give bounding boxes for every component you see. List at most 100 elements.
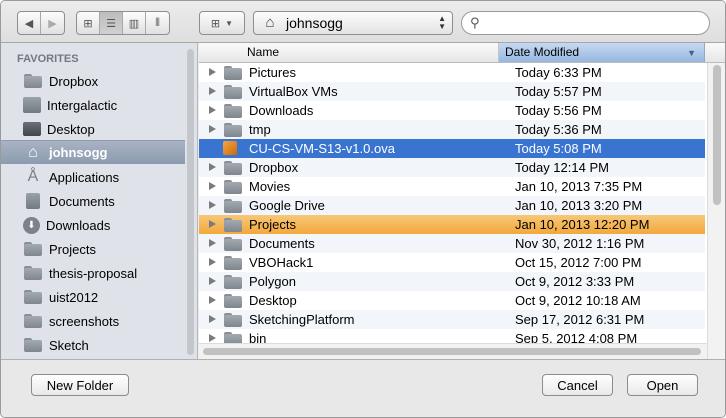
sidebar-item-dropbox[interactable]: Dropbox	[1, 69, 185, 93]
file-name: Movies	[249, 179, 291, 194]
sidebar-item-documents[interactable]: Documents	[1, 189, 185, 213]
view-mode-buttons: ⊞ ☰ ▥ ⦀	[76, 11, 170, 35]
disclosure-triangle-icon[interactable]	[209, 163, 216, 171]
sidebar-item-intergalactic[interactable]: Intergalactic	[1, 93, 185, 117]
pictures-folder-icon	[223, 65, 243, 81]
arrange-grid-icon: ⊞	[210, 17, 221, 30]
table-row-selected[interactable]: CU-CS-VM-S13-v1.0.ova Today 5:08 PM	[199, 139, 705, 158]
sidebar-item-uist2012[interactable]: uist2012	[1, 285, 185, 309]
table-row[interactable]: Google Drive Jan 10, 2013 3:20 PM	[199, 196, 705, 215]
column-header-date[interactable]: Date Modified ▼	[499, 43, 705, 62]
disclosure-triangle-icon[interactable]	[209, 315, 216, 323]
open-file-dialog: ◀ ▶ ⊞ ☰ ▥ ⦀ ⊞ ▼ ⌂ johnsogg ▲ ▼ ⚲ FAVORITE…	[0, 0, 726, 418]
table-row[interactable]: Movies Jan 10, 2013 7:35 PM	[199, 177, 705, 196]
sidebar-item-label: thesis-proposal	[49, 265, 138, 281]
search-input[interactable]	[485, 15, 686, 31]
icon-view-button[interactable]: ⊞	[77, 12, 100, 34]
vertical-scrollbar[interactable]	[707, 63, 725, 359]
sidebar-item-projects[interactable]: Projects	[1, 237, 185, 261]
file-rows: Pictures Today 6:33 PM VirtualBox VMs To…	[199, 63, 705, 348]
location-popup[interactable]: ⌂ johnsogg ▲ ▼	[253, 11, 453, 35]
google-drive-folder-icon	[223, 198, 243, 214]
movies-folder-icon	[223, 179, 243, 195]
dropdown-arrow-icon: ▼	[225, 18, 234, 28]
horizontal-scrollbar[interactable]	[199, 343, 707, 359]
chevron-right-icon: ▶	[48, 17, 57, 30]
folder-icon	[223, 274, 243, 290]
file-name: CU-CS-VM-S13-v1.0.ova	[249, 141, 395, 156]
documents-folder-icon	[223, 236, 243, 252]
folder-icon	[223, 103, 243, 119]
file-date: Today 6:33 PM	[515, 65, 602, 80]
folder-icon	[23, 73, 43, 89]
file-date: Jan 10, 2013 3:20 PM	[515, 198, 643, 213]
arrange-popup[interactable]: ⊞ ▼	[199, 11, 245, 35]
table-row[interactable]: tmp Today 5:36 PM	[199, 120, 705, 139]
back-button[interactable]: ◀	[18, 12, 41, 34]
list-view-button[interactable]: ☰	[100, 12, 123, 34]
disclosure-triangle-icon[interactable]	[209, 106, 216, 114]
folder-icon	[223, 122, 243, 138]
table-row[interactable]: Dropbox Today 12:14 PM	[199, 158, 705, 177]
cancel-button[interactable]: Cancel	[542, 374, 613, 396]
table-row[interactable]: Pictures Today 6:33 PM	[199, 63, 705, 82]
sidebar-item-screenshots[interactable]: screenshots	[1, 309, 185, 333]
sidebar-item-johnsogg[interactable]: ⌂ johnsogg	[1, 140, 185, 164]
file-date: Oct 9, 2012 3:33 PM	[515, 274, 635, 289]
disclosure-triangle-icon[interactable]	[209, 277, 216, 285]
disclosure-triangle-icon[interactable]	[209, 182, 216, 190]
table-row[interactable]: VirtualBox VMs Today 5:57 PM	[199, 82, 705, 101]
folder-icon	[223, 160, 243, 176]
coverflow-view-button[interactable]: ⦀	[146, 12, 169, 34]
toolbar: ◀ ▶ ⊞ ☰ ▥ ⦀ ⊞ ▼ ⌂ johnsogg ▲ ▼ ⚲	[1, 1, 725, 43]
column-view-button[interactable]: ▥	[123, 12, 146, 34]
disclosure-triangle-icon[interactable]	[209, 87, 216, 95]
folder-icon	[223, 217, 243, 233]
disclosure-triangle-icon[interactable]	[209, 258, 216, 266]
column-header-date-label: Date Modified	[505, 45, 580, 59]
file-name: Pictures	[249, 65, 296, 80]
vertical-scroll-thumb[interactable]	[713, 65, 721, 205]
disclosure-triangle-icon[interactable]	[209, 296, 216, 304]
disclosure-triangle-icon[interactable]	[209, 125, 216, 133]
file-date: Nov 30, 2012 1:16 PM	[515, 236, 645, 251]
table-row[interactable]: Documents Nov 30, 2012 1:16 PM	[199, 234, 705, 253]
table-row[interactable]: Desktop Oct 9, 2012 10:18 AM	[199, 291, 705, 310]
forward-button[interactable]: ▶	[41, 12, 64, 34]
new-folder-button[interactable]: New Folder	[31, 374, 129, 396]
table-row[interactable]: Polygon Oct 9, 2012 3:33 PM	[199, 272, 705, 291]
file-date: Sep 17, 2012 6:31 PM	[515, 312, 645, 327]
file-list: Name Date Modified ▼ Pictures Today 6:33…	[199, 43, 725, 359]
folder-icon	[23, 313, 43, 329]
arrange-button[interactable]: ⊞ ▼	[200, 12, 244, 34]
home-icon: ⌂	[28, 143, 38, 161]
home-icon: ⌂	[265, 14, 275, 31]
sidebar-item-applications[interactable]: Å Applications	[1, 165, 185, 189]
column-header-name[interactable]: Name	[241, 43, 499, 62]
open-button[interactable]: Open	[627, 374, 698, 396]
search-icon: ⚲	[470, 15, 480, 30]
sidebar-item-thesis-proposal[interactable]: thesis-proposal	[1, 261, 185, 285]
coverflow-icon: ⦀	[155, 16, 160, 29]
nav-buttons: ◀ ▶	[17, 11, 65, 35]
search-field[interactable]: ⚲	[461, 11, 710, 35]
table-row-highlighted[interactable]: Projects Jan 10, 2013 12:20 PM	[199, 215, 705, 234]
disclosure-triangle-icon[interactable]	[209, 68, 216, 76]
file-date: Today 5:08 PM	[515, 141, 602, 156]
horizontal-scroll-thumb[interactable]	[203, 348, 701, 355]
disclosure-triangle-icon[interactable]	[209, 220, 216, 228]
sidebar-scrollbar[interactable]	[187, 49, 194, 355]
sidebar-item-desktop[interactable]: Desktop	[1, 117, 185, 141]
table-row[interactable]: VBOHack1 Oct 15, 2012 7:00 PM	[199, 253, 705, 272]
sidebar-item-sketch[interactable]: Sketch	[1, 333, 185, 357]
applications-icon: Å	[27, 168, 39, 185]
table-row[interactable]: Downloads Today 5:56 PM	[199, 101, 705, 120]
disclosure-triangle-icon[interactable]	[209, 239, 216, 247]
file-date: Jan 10, 2013 7:35 PM	[515, 179, 643, 194]
table-row[interactable]: SketchingPlatform Sep 17, 2012 6:31 PM	[199, 310, 705, 329]
column-header: Name Date Modified ▼	[199, 43, 725, 63]
disclosure-triangle-icon[interactable]	[209, 201, 216, 209]
disclosure-triangle-icon[interactable]	[209, 334, 216, 342]
documents-icon	[26, 193, 40, 209]
sidebar-item-downloads[interactable]: ⬇ Downloads	[1, 213, 185, 237]
